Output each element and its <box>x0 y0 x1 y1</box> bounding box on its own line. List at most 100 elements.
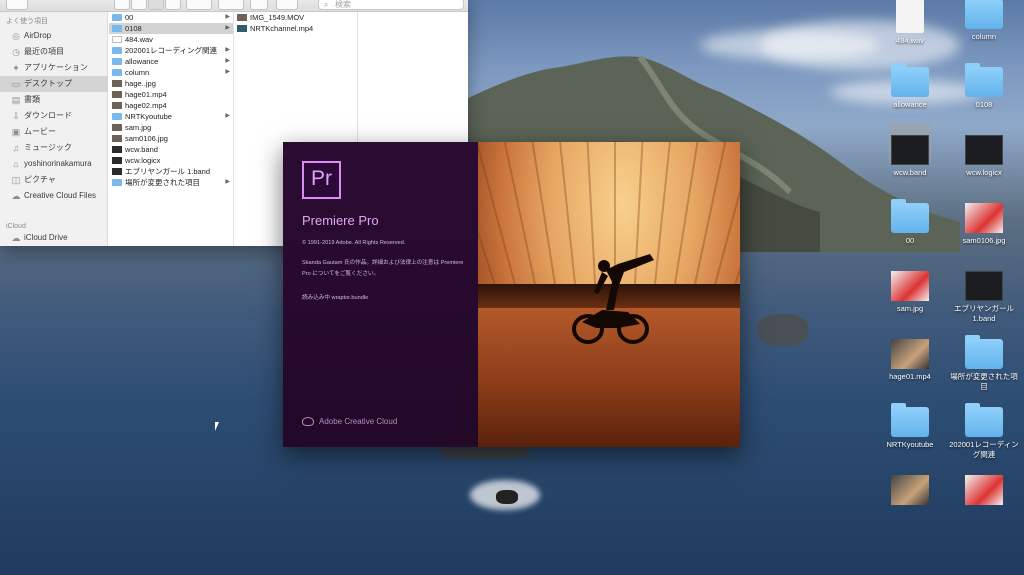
file-thumbnail-icon <box>965 203 1003 233</box>
desktop-icon[interactable]: 0108 <box>948 63 1020 110</box>
file-name: column <box>125 68 150 77</box>
file-row[interactable]: 00 ▶ <box>109 12 233 23</box>
folder-icon <box>965 335 1003 369</box>
file-thumbnail-icon <box>965 135 1003 165</box>
file-icon <box>112 80 122 87</box>
desktop-icon[interactable]: sam0106.jpg <box>948 203 1020 246</box>
airdrop-icon: ◎ <box>12 31 20 41</box>
file-row[interactable]: エブリヤンガール 1.band <box>109 166 233 177</box>
artwork-credit: Skanda Gautam 氏の作品。詳細および法律上の注意は Premiere… <box>302 260 464 277</box>
file-icon <box>112 135 122 142</box>
sidebar-item-airdrop[interactable]: ◎ AirDrop <box>0 28 108 44</box>
desktop-icon[interactable]: allowance <box>874 63 946 110</box>
file-row[interactable]: wcw.logicx <box>109 155 233 166</box>
file-row[interactable]: NRTKyoutube ▶ <box>109 111 233 122</box>
sidebar-item-home[interactable]: ⌂ yoshinorinakamura <box>0 156 108 172</box>
file-icon <box>112 168 122 175</box>
desktop-icon-label: sam0106.jpg <box>962 236 1006 245</box>
file-name: 00 <box>125 13 134 22</box>
desktop-icon[interactable]: 00 <box>874 199 946 246</box>
desktop-icon-label: 場所が変更された項目 <box>950 372 1018 391</box>
group-button[interactable] <box>186 0 212 10</box>
splash-info-panel: Pr Premiere Pro © 1991-2019 Adobe. All R… <box>283 142 478 447</box>
sidebar-item-movies[interactable]: ▣ ムービー <box>0 124 108 140</box>
file-row[interactable]: hage01.mp4 <box>109 89 233 100</box>
brand-label: Adobe Creative Cloud <box>319 417 398 426</box>
file-row[interactable]: 484.wav <box>109 34 233 45</box>
sidebar-item-creative-cloud[interactable]: ☁ Creative Cloud Files <box>0 188 108 204</box>
icon-view-button[interactable] <box>114 0 130 10</box>
file-icon <box>237 25 247 32</box>
premiere-logo-icon: Pr <box>302 161 341 199</box>
file-name: 0108 <box>125 24 142 33</box>
desktop-icon[interactable]: column <box>948 0 1020 42</box>
file-name: NRTKyoutube <box>125 112 172 121</box>
desktop-icon[interactable]: 202001レコーディング関連 <box>948 403 1020 460</box>
gallery-view-button[interactable] <box>165 0 181 10</box>
disclosure-arrow-icon: ▶ <box>225 113 230 119</box>
sidebar-item-documents[interactable]: ▤ 書類 <box>0 92 108 108</box>
file-row[interactable]: IMG_1549.MOV <box>234 12 357 23</box>
desktop-icon[interactable]: wcw.band <box>874 135 946 178</box>
file-thumbnail-icon <box>965 475 1003 505</box>
file-row[interactable]: 0108 ▶ <box>109 23 233 34</box>
column-view-button[interactable] <box>148 0 164 10</box>
desktop-icon-label: wcw.band <box>893 168 927 177</box>
mouse-cursor <box>215 422 219 431</box>
desktop-icon[interactable]: NRTKyoutube <box>874 403 946 450</box>
desktop-icon[interactable] <box>874 475 946 508</box>
disclosure-arrow-icon: ▶ <box>225 179 230 185</box>
folder-icon <box>965 0 1003 29</box>
file-name: sam.jpg <box>125 123 152 132</box>
sidebar-item-icloud-drive[interactable]: ☁ iCloud Drive <box>0 230 108 246</box>
file-row[interactable]: 202001レコーディング関連 ▶ <box>109 45 233 56</box>
search-input[interactable]: ⌕ 検索 <box>318 0 464 10</box>
movies-icon: ▣ <box>11 127 21 137</box>
disclosure-arrow-icon: ▶ <box>225 58 230 64</box>
file-name: 202001レコーディング関連 <box>125 46 218 55</box>
sidebar-item-desktop[interactable]: ▭ デスクトップ <box>0 76 108 92</box>
action-gear-button[interactable] <box>218 0 244 10</box>
file-row[interactable]: 場所が変更された項目 ▶ <box>109 177 233 188</box>
sidebar-item-label: ダウンロード <box>24 111 72 120</box>
tags-button[interactable] <box>276 0 298 10</box>
file-name: allowance <box>125 57 159 66</box>
file-icon <box>112 157 122 164</box>
file-row[interactable]: allowance ▶ <box>109 56 233 67</box>
file-row[interactable]: NRTKchannel.mp4 <box>234 23 357 34</box>
share-button[interactable] <box>250 0 268 10</box>
file-row[interactable]: sam0106.jpg <box>109 133 233 144</box>
desktop-icon[interactable]: sam.jpg <box>874 271 946 314</box>
file-row[interactable]: column ▶ <box>109 67 233 78</box>
file-thumbnail-icon <box>965 271 1003 301</box>
download-icon: ⇩ <box>12 111 20 121</box>
desktop-icon-label: NRTKyoutube <box>886 440 934 449</box>
music-icon: ♫ <box>12 143 20 153</box>
sidebar-item-music[interactable]: ♫ ミュージック <box>0 140 108 156</box>
desktop-icon[interactable] <box>948 475 1020 508</box>
sidebar-item-label: ミュージック <box>24 143 72 152</box>
desktop-icon[interactable]: hage01.mp4 <box>874 339 946 382</box>
premiere-splash-screen: Pr Premiere Pro © 1991-2019 Adobe. All R… <box>283 142 740 447</box>
folder-icon <box>112 69 122 76</box>
folder-icon <box>112 113 122 120</box>
creative-cloud-brand: Adobe Creative Cloud <box>302 417 397 426</box>
sidebar-item-download[interactable]: ⇩ ダウンロード <box>0 108 108 124</box>
file-name: hage01.mp4 <box>125 90 167 99</box>
disclosure-arrow-icon: ▶ <box>225 25 230 31</box>
sidebar-item-clock[interactable]: ◷ 最近の項目 <box>0 44 108 60</box>
clock-icon: ◷ <box>12 47 20 57</box>
file-row[interactable]: sam.jpg <box>109 122 233 133</box>
sidebar-item-pictures[interactable]: ◫ ピクチャ <box>0 172 108 188</box>
desktop-icon[interactable]: エブリヤンガール 1.band <box>948 271 1020 324</box>
sidebar-item-applications[interactable]: ✦ アプリケーション <box>0 60 108 76</box>
desktop-icon[interactable]: 場所が変更された項目 <box>948 335 1020 392</box>
list-view-button[interactable] <box>131 0 147 10</box>
back-forward-buttons[interactable] <box>6 0 28 10</box>
desktop-icon[interactable]: 484.wav <box>874 0 946 46</box>
file-row[interactable]: wcw.band <box>109 144 233 155</box>
favorites-header: よく使う項目 <box>6 18 48 25</box>
file-row[interactable]: hage02.mp4 <box>109 100 233 111</box>
file-row[interactable]: hage..jpg <box>109 78 233 89</box>
desktop-icon[interactable]: wcw.logicx <box>948 135 1020 178</box>
